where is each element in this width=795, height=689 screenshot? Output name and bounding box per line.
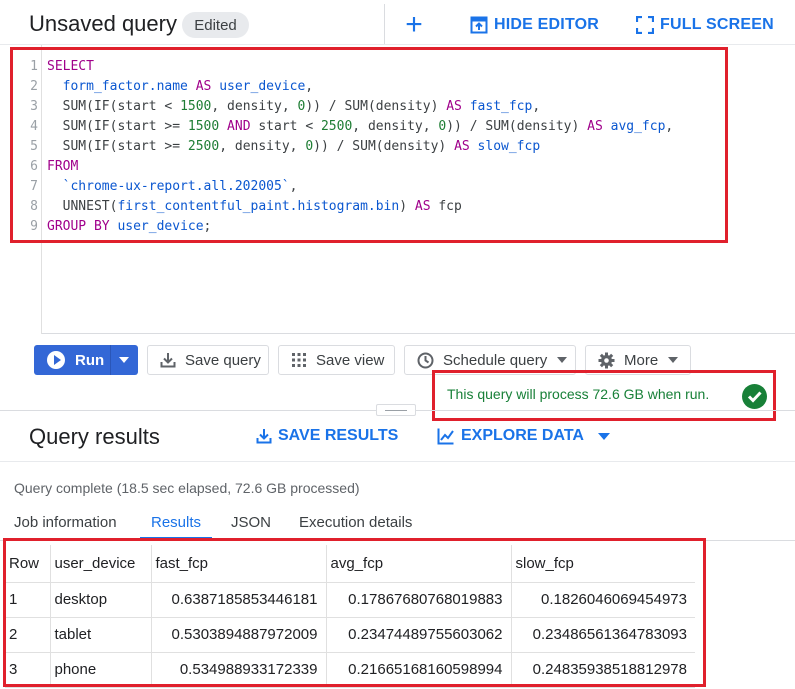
full-screen-label: FULL SCREEN: [660, 16, 774, 33]
full-screen-button[interactable]: FULL SCREEN: [636, 14, 774, 36]
save-view-button[interactable]: Save view: [278, 345, 395, 375]
results-title: Query results: [29, 424, 160, 449]
hide-editor-icon: [470, 16, 488, 34]
query-title: Unsaved query: [29, 11, 177, 36]
chart-icon: [437, 428, 454, 445]
tab-results[interactable]: Results: [151, 514, 201, 531]
gear-icon: [598, 352, 615, 368]
results-header-divider: [0, 461, 795, 462]
run-dropdown-icon[interactable]: [119, 357, 129, 363]
explore-data-label: EXPLORE DATA: [461, 427, 584, 444]
download-icon: [160, 353, 176, 368]
query-status: Query complete (18.5 sec elapsed, 72.6 G…: [14, 480, 360, 496]
save-query-label: Save query: [185, 351, 261, 369]
tab-execution-details[interactable]: Execution details: [299, 514, 412, 531]
save-results-label: SAVE RESULTS: [278, 427, 399, 444]
chevron-down-icon: [557, 357, 568, 363]
check-circle-icon: [742, 384, 767, 409]
validator-message: This query will process 72.6 GB when run…: [447, 386, 710, 402]
full-screen-icon: [636, 16, 654, 34]
tab-json[interactable]: JSON: [231, 514, 271, 531]
run-label: Run: [75, 351, 105, 369]
table-highlight-box: [3, 538, 706, 687]
chevron-down-icon[interactable]: [597, 432, 610, 440]
chevron-down-icon: [668, 357, 679, 363]
save-results-button[interactable]: SAVE RESULTS: [256, 427, 398, 445]
more-label: More: [624, 351, 659, 369]
save-query-button[interactable]: Save query: [147, 345, 269, 375]
save-view-label: Save view: [316, 351, 385, 369]
explore-data-button[interactable]: EXPLORE DATA: [437, 427, 610, 445]
plus-icon[interactable]: +: [400, 10, 428, 40]
clock-icon: [417, 352, 434, 368]
edited-chip: Edited: [182, 12, 249, 38]
schedule-query-label: Schedule query: [443, 351, 548, 369]
resize-handle[interactable]: [376, 404, 416, 416]
download-icon: [256, 429, 272, 444]
grid-icon: [292, 353, 306, 367]
run-divider: [110, 345, 111, 375]
header-divider: [384, 4, 385, 44]
tab-job-information[interactable]: Job information: [14, 514, 117, 531]
run-button[interactable]: Run: [34, 345, 138, 375]
hide-editor-button[interactable]: HIDE EDITOR: [470, 14, 599, 36]
play-icon: [47, 351, 65, 369]
editor-highlight-box: [10, 47, 728, 243]
hide-editor-label: HIDE EDITOR: [494, 16, 600, 33]
